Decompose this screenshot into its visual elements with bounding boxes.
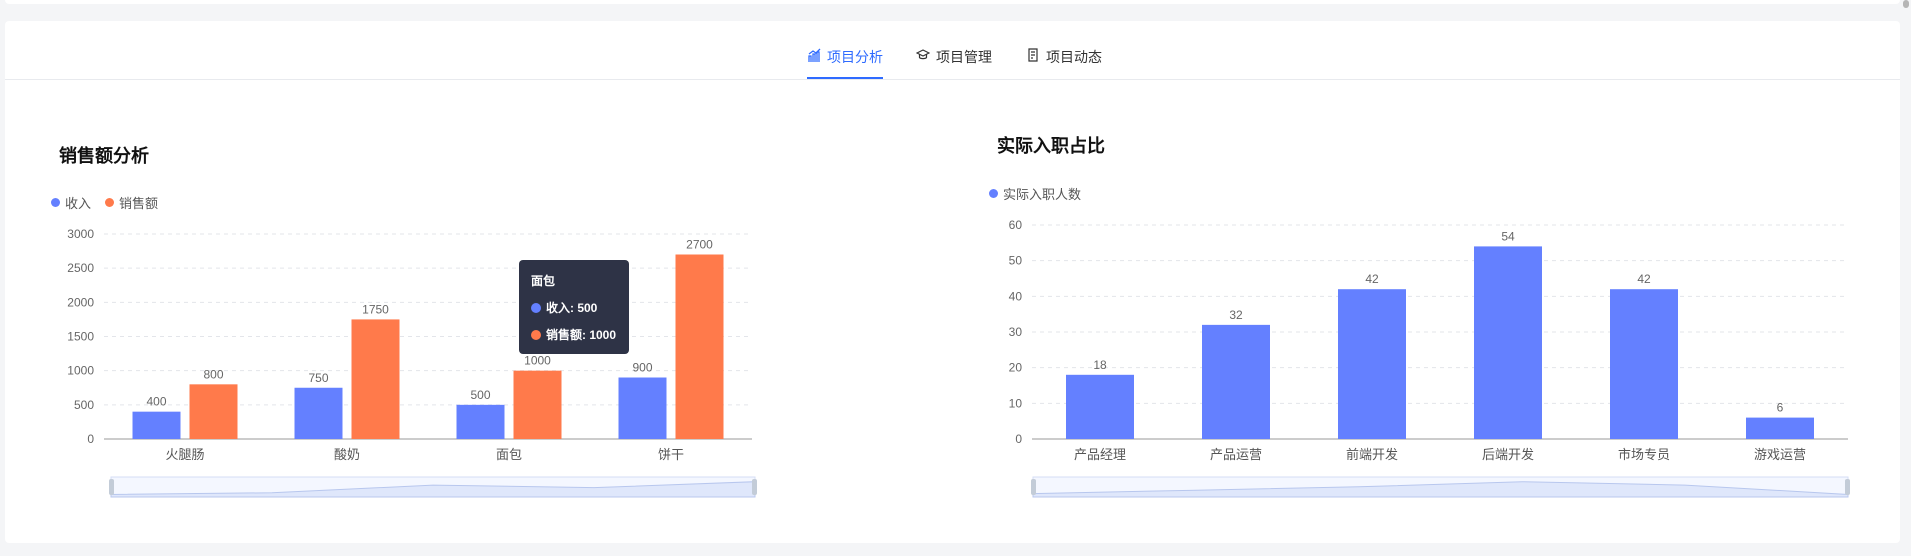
x-tick-label: 前端开发 (1346, 447, 1398, 462)
x-tick-label: 产品运营 (1210, 447, 1262, 462)
bar (675, 254, 724, 439)
x-tick-label: 后端开发 (1482, 447, 1534, 462)
data-label: 42 (1365, 272, 1379, 286)
y-tick-label: 50 (1009, 254, 1023, 268)
bar (513, 370, 562, 439)
chart-tooltip: 面包 收入: 500 销售额: 1000 (519, 260, 629, 354)
y-tick-label: 2000 (67, 295, 94, 309)
x-tick-label: 酸奶 (334, 447, 360, 462)
bar (1066, 374, 1134, 439)
y-tick-label: 20 (1009, 361, 1023, 375)
data-label: 18 (1093, 358, 1107, 372)
x-tick-label: 游戏运营 (1754, 447, 1806, 462)
data-label: 500 (470, 388, 490, 402)
bar (189, 384, 238, 439)
data-label: 6 (1777, 401, 1784, 415)
x-tick-label: 火腿肠 (165, 447, 204, 462)
x-tick-label: 饼干 (658, 447, 684, 462)
y-tick-label: 40 (1009, 289, 1023, 303)
legend-hires[interactable]: 实际入职人数 (989, 184, 1081, 203)
y-tick-label: 60 (1009, 218, 1023, 232)
x-tick-label: 面包 (496, 447, 522, 462)
y-tick-label: 1500 (67, 330, 94, 344)
data-label: 800 (203, 367, 223, 381)
tooltip-dot (531, 329, 541, 340)
tooltip-row-sales: 销售额: 1000 (531, 326, 617, 343)
y-tick-label: 3000 (67, 227, 94, 241)
tooltip-row-income: 收入: 500 (531, 299, 617, 316)
y-tick-label: 500 (74, 398, 94, 412)
y-tick-label: 2500 (67, 261, 94, 275)
zoom-handle-right[interactable] (1845, 479, 1850, 495)
y-tick-label: 1000 (67, 364, 94, 378)
data-label: 1000 (524, 354, 551, 368)
y-tick-label: 0 (1015, 432, 1022, 446)
zoom-handle-left[interactable] (109, 479, 114, 495)
bar (1610, 289, 1678, 439)
tooltip-value: 销售额: 1000 (546, 328, 617, 342)
data-label: 32 (1229, 308, 1243, 322)
tooltip-value: 收入: 500 (546, 301, 598, 315)
data-label: 750 (308, 371, 328, 385)
y-tick-label: 30 (1009, 325, 1023, 339)
tooltip-dot (531, 302, 541, 313)
bar (1338, 289, 1406, 439)
sales-bar-chart: 050010001500200025003000火腿肠400800酸奶75017… (67, 218, 1850, 498)
hire-legend: 实际入职人数 (989, 184, 1081, 203)
bar (1474, 246, 1542, 439)
bar (294, 387, 343, 439)
bar (132, 411, 181, 439)
bar (1202, 324, 1270, 439)
legend-dot (989, 189, 998, 198)
y-tick-label: 0 (87, 432, 94, 446)
data-label: 54 (1501, 229, 1515, 243)
zoom-handle-right[interactable] (752, 479, 757, 495)
data-label: 42 (1637, 272, 1651, 286)
x-tick-label: 产品经理 (1074, 447, 1126, 462)
zoom-handle-left[interactable] (1031, 479, 1036, 495)
y-tick-label: 10 (1009, 396, 1023, 410)
data-label: 1750 (362, 302, 389, 316)
bar (618, 377, 667, 439)
data-label: 2700 (686, 238, 713, 252)
hire-chart-title: 实际入职占比 (997, 136, 1105, 156)
data-label: 900 (632, 361, 652, 375)
bar (1746, 417, 1814, 439)
tooltip-title: 面包 (531, 274, 556, 288)
bar (456, 404, 505, 439)
x-tick-label: 市场专员 (1618, 447, 1670, 462)
legend-label: 实际入职人数 (1003, 187, 1082, 202)
bar (351, 319, 400, 439)
data-label: 400 (146, 395, 166, 409)
